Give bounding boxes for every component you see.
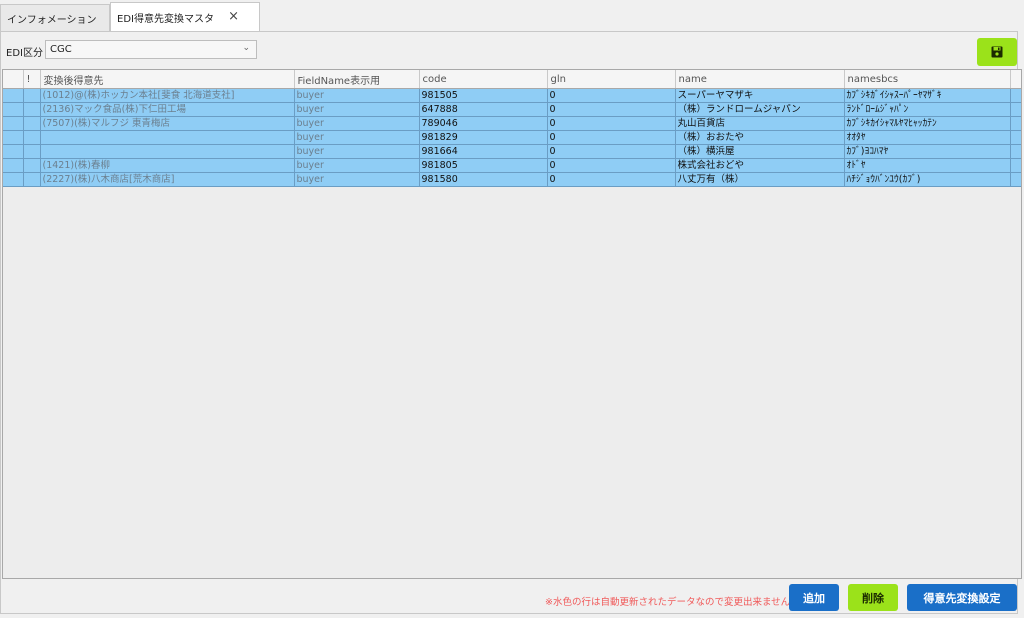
gln-cell: 0 — [547, 172, 676, 187]
mapping-table: ! 変換後得意先 FieldName表示用 code gln name name… — [3, 70, 1021, 187]
readonly-note: ※水色の行は自動更新されたデータなので変更出来ません。 — [545, 597, 800, 608]
row-header-cell[interactable] — [3, 158, 24, 173]
save-button[interactable] — [977, 38, 1017, 66]
column-header-gln[interactable]: gln — [547, 70, 676, 89]
customer-cell[interactable] — [40, 144, 295, 159]
namesbcs-cell: ｵｵﾀﾔ — [844, 130, 1011, 145]
tab-bar: インフォメーション EDI得意先変換マスタ × — [0, 0, 1024, 32]
fieldname-cell: buyer — [294, 88, 420, 103]
name-cell: （株）おおたや — [675, 130, 845, 145]
fieldname-cell: buyer — [294, 102, 420, 117]
flag-cell — [23, 116, 41, 131]
code-cell: 981580 — [419, 172, 548, 187]
row-header-cell[interactable] — [3, 144, 24, 159]
gln-cell: 0 — [547, 144, 676, 159]
table-row[interactable]: (1012)@(株)ホッカン本社[斐食 北海道支社] buyer 981505 … — [3, 88, 1021, 103]
fieldname-cell: buyer — [294, 172, 420, 187]
edi-type-value: CGC — [50, 44, 72, 55]
column-header-name[interactable]: name — [675, 70, 845, 89]
table-row[interactable]: (2136)マック食品(株)下仁田工場 buyer 647888 0 （株）ラン… — [3, 102, 1021, 117]
name-cell: （株）横浜屋 — [675, 144, 845, 159]
gln-cell: 0 — [547, 116, 676, 131]
column-header-customer[interactable]: 変換後得意先 — [40, 70, 295, 89]
flag-cell — [23, 158, 41, 173]
namesbcs-cell: ﾗﾝﾄﾞﾛｰﾑｼﾞｬﾊﾟﾝ — [844, 102, 1011, 117]
customer-cell[interactable]: (1012)@(株)ホッカン本社[斐食 北海道支社] — [40, 88, 295, 103]
gln-cell: 0 — [547, 158, 676, 173]
fieldname-cell: buyer — [294, 144, 420, 159]
name-cell: 八丈万有（株） — [675, 172, 845, 187]
table-row[interactable]: buyer 981664 0 （株）横浜屋 ｶﾌﾞ)ﾖｺﾊﾏﾔ — [3, 144, 1021, 159]
flag-cell — [23, 130, 41, 145]
customer-cell[interactable]: (2227)(株)八木商店[荒木商店] — [40, 172, 295, 187]
flag-cell — [23, 102, 41, 117]
tab-edi-customer-master[interactable]: EDI得意先変換マスタ × — [110, 2, 260, 31]
customer-mapping-grid[interactable]: ! 変換後得意先 FieldName表示用 code gln name name… — [2, 69, 1022, 579]
code-cell: 981505 — [419, 88, 548, 103]
column-header-code[interactable]: code — [419, 70, 548, 89]
fieldname-cell: buyer — [294, 130, 420, 145]
tab-information[interactable]: インフォメーション — [0, 4, 110, 31]
fieldname-cell: buyer — [294, 158, 420, 173]
filler-cell — [1010, 102, 1021, 117]
namesbcs-cell: ｶﾌﾞｼｷｶﾞｲｼｬｽｰﾊﾟｰﾔﾏｻﾞｷ — [844, 88, 1011, 103]
code-cell: 789046 — [419, 116, 548, 131]
row-header-cell[interactable] — [3, 130, 24, 145]
filler-cell — [1010, 116, 1021, 131]
code-cell: 981664 — [419, 144, 548, 159]
name-cell: 丸山百貨店 — [675, 116, 845, 131]
filler-cell — [1010, 158, 1021, 173]
namesbcs-cell: ｵﾄﾞﾔ — [844, 158, 1011, 173]
gln-cell: 0 — [547, 88, 676, 103]
name-cell: （株）ランドロームジャパン — [675, 102, 845, 117]
row-header-cell[interactable] — [3, 172, 24, 187]
namesbcs-cell: ｶﾌﾞｼｷｶｲｼｬﾏﾙﾔﾏﾋｬｯｶﾃﾝ — [844, 116, 1011, 131]
edi-type-label: EDI区分 — [6, 48, 43, 59]
row-header-cell[interactable] — [3, 88, 24, 103]
column-header — [1010, 70, 1021, 89]
tab-label: インフォメーション — [7, 14, 97, 26]
flag-cell — [23, 144, 41, 159]
name-cell: 株式会社おどや — [675, 158, 845, 173]
filler-cell — [1010, 88, 1021, 103]
table-header: ! 変換後得意先 FieldName表示用 code gln name name… — [3, 70, 1021, 89]
filler-cell — [1010, 144, 1021, 159]
customer-cell[interactable]: (1421)(株)春柳 — [40, 158, 295, 173]
gln-cell: 0 — [547, 102, 676, 117]
code-cell: 981829 — [419, 130, 548, 145]
name-cell: スーパーヤマザキ — [675, 88, 845, 103]
code-cell: 981805 — [419, 158, 548, 173]
customer-cell[interactable]: (7507)(株)マルフジ 東青梅店 — [40, 116, 295, 131]
table-row[interactable]: (7507)(株)マルフジ 東青梅店 buyer 789046 0 丸山百貨店 … — [3, 116, 1021, 131]
filler-cell — [1010, 130, 1021, 145]
flag-cell — [23, 172, 41, 187]
row-header-cell[interactable] — [3, 102, 24, 117]
flag-cell — [23, 88, 41, 103]
column-header-fieldname[interactable]: FieldName表示用 — [294, 70, 420, 89]
filler-cell — [1010, 172, 1021, 187]
add-button[interactable]: 追加 — [789, 584, 839, 611]
code-cell: 647888 — [419, 102, 548, 117]
namesbcs-cell: ｶﾌﾞ)ﾖｺﾊﾏﾔ — [844, 144, 1011, 159]
customer-cell[interactable] — [40, 130, 295, 145]
table-row[interactable]: (1421)(株)春柳 buyer 981805 0 株式会社おどや ｵﾄﾞﾔ — [3, 158, 1021, 173]
customer-convert-settings-button[interactable]: 得意先変換設定 — [907, 584, 1017, 611]
customer-cell[interactable]: (2136)マック食品(株)下仁田工場 — [40, 102, 295, 117]
column-header — [3, 70, 24, 89]
delete-button[interactable]: 削除 — [848, 584, 898, 611]
edi-type-select[interactable]: CGC ⌄ — [45, 40, 257, 59]
save-icon — [991, 46, 1003, 58]
column-header-flag[interactable]: ! — [23, 70, 41, 89]
tab-label: EDI得意先変換マスタ — [117, 13, 214, 25]
gln-cell: 0 — [547, 130, 676, 145]
row-header-cell[interactable] — [3, 116, 24, 131]
close-icon[interactable]: × — [228, 9, 239, 24]
table-row[interactable]: (2227)(株)八木商店[荒木商店] buyer 981580 0 八丈万有（… — [3, 172, 1021, 187]
fieldname-cell: buyer — [294, 116, 420, 131]
table-row[interactable]: buyer 981829 0 （株）おおたや ｵｵﾀﾔ — [3, 130, 1021, 145]
column-header-namesbcs[interactable]: namesbcs — [844, 70, 1011, 89]
namesbcs-cell: ﾊﾁｼﾞｮｳﾊﾞﾝﾕｳ(ｶﾌﾞ) — [844, 172, 1011, 187]
chevron-down-icon: ⌄ — [242, 43, 250, 53]
